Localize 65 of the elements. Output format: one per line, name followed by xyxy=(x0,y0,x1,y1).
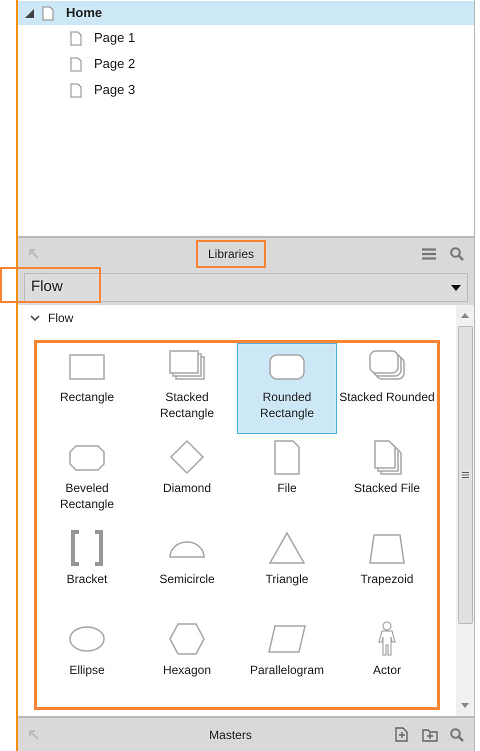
shape-label: Rectangle xyxy=(60,389,114,405)
tree-item-label: Home xyxy=(66,4,102,22)
tree-item[interactable]: Page 2 xyxy=(18,51,474,77)
shape-item[interactable]: Semicircle xyxy=(137,525,237,616)
shape-label: Stacked Rounded xyxy=(339,389,435,405)
shape-item[interactable]: Diamond xyxy=(137,434,237,525)
caret-icon xyxy=(451,284,461,290)
shape-item[interactable]: Beveled Rectangle xyxy=(37,434,137,525)
shape-item[interactable]: Hexagon xyxy=(137,616,237,707)
panel-title: Libraries xyxy=(196,240,266,268)
diamond-icon xyxy=(167,438,207,476)
tree-item-label: Page 3 xyxy=(94,81,136,100)
tree-item-label: Page 2 xyxy=(94,55,136,74)
section-label: Flow xyxy=(48,310,74,327)
shape-label: Stacked Rectangle xyxy=(158,389,216,421)
shape-label: Semicircle xyxy=(159,571,215,587)
shape-label: Ellipse xyxy=(69,662,105,678)
triangle-icon xyxy=(267,529,307,567)
shape-item[interactable]: Parallelogram xyxy=(237,616,337,707)
tree-item[interactable]: Home xyxy=(18,1,474,25)
shape-item[interactable]: Actor xyxy=(337,616,437,707)
scrollbar-thumb[interactable] xyxy=(458,326,472,624)
page-icon xyxy=(70,30,82,46)
shape-item[interactable]: Ellipse xyxy=(37,616,137,707)
shape-label: Stacked File xyxy=(354,480,420,496)
add-page-icon[interactable] xyxy=(393,727,408,742)
shape-item[interactable]: Stacked Rounded xyxy=(337,343,437,434)
shape-item[interactable]: Stacked Rectangle xyxy=(137,343,237,434)
shape-label: Bracket xyxy=(66,571,108,587)
chevron-icon xyxy=(30,314,40,322)
search-icon[interactable] xyxy=(450,728,464,742)
section-header[interactable]: Flow xyxy=(18,305,456,331)
page-icon xyxy=(42,6,54,20)
add-folder-icon[interactable] xyxy=(422,728,438,742)
shape-item[interactable]: Stacked File xyxy=(337,434,437,525)
grip-icon xyxy=(462,472,468,478)
shape-label: Beveled Rectangle xyxy=(58,480,116,512)
search-icon[interactable] xyxy=(450,247,464,261)
tree-item-label: Page 1 xyxy=(94,29,136,48)
shape-label: File xyxy=(277,480,297,496)
page-icon xyxy=(70,82,82,98)
tree-item[interactable]: Page 3 xyxy=(18,77,474,103)
scroll-up-arrow-icon[interactable] xyxy=(461,313,469,318)
shape-item[interactable]: Trapezoid xyxy=(337,525,437,616)
scroll-down-arrow-icon[interactable] xyxy=(461,703,469,708)
shape-item[interactable]: Rectangle xyxy=(37,343,137,434)
page-icon xyxy=(70,56,82,72)
panel-title: Masters xyxy=(208,726,252,744)
shape-item[interactable]: Rounded Rectangle xyxy=(237,343,337,434)
shape-label: Actor xyxy=(372,662,401,678)
scrollbar[interactable] xyxy=(456,305,474,716)
shape-item[interactable]: Triangle xyxy=(237,525,337,616)
shape-label: Parallelogram xyxy=(250,662,324,678)
shape-label: Rounded Rectangle xyxy=(258,389,316,421)
shape-item[interactable]: Bracket xyxy=(37,525,137,616)
shape-label: Hexagon xyxy=(162,662,212,678)
menu-icon[interactable] xyxy=(422,248,436,260)
tree-item[interactable]: Page 1 xyxy=(18,25,474,51)
shape-label: Trapezoid xyxy=(360,571,414,587)
dropdown-value: Flow xyxy=(31,277,64,298)
shape-label: Diamond xyxy=(162,480,212,496)
collapse-triangle-icon[interactable] xyxy=(25,8,34,18)
shape-item[interactable]: File xyxy=(237,434,337,525)
library-dropdown[interactable]: Flow xyxy=(24,273,468,302)
shape-label: Triangle xyxy=(266,571,308,587)
